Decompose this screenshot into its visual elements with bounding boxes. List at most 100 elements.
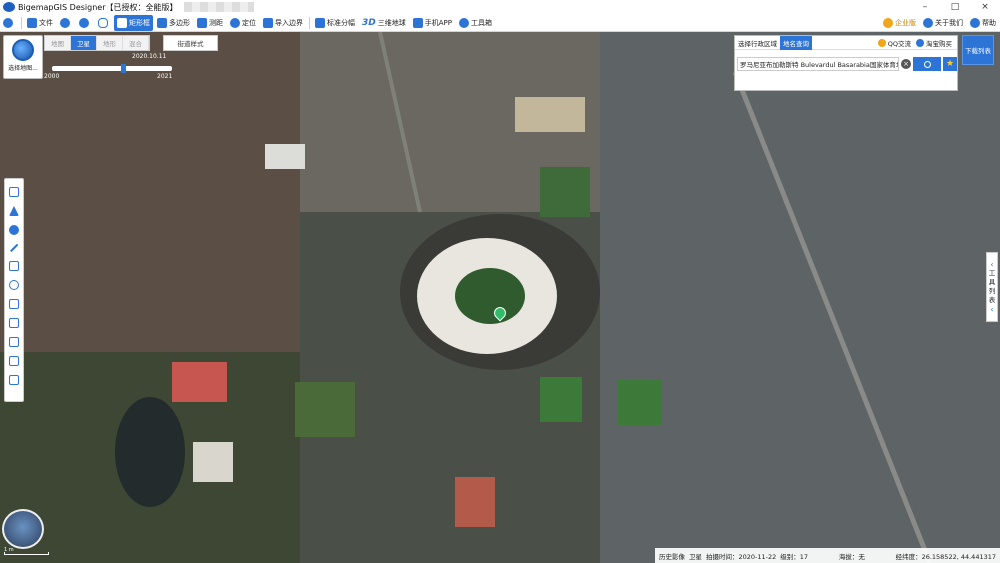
- timeline-current-date: 2020.10.11: [132, 53, 167, 60]
- status-bar: 历史影像 卫星 拍摄时间：2020-11-22 级别：17 海拔：无 经纬度：2…: [655, 548, 1000, 563]
- close-button[interactable]: ×: [970, 0, 1000, 14]
- tool-list-dock[interactable]: ‹ 工 具 列 表 ‹: [986, 252, 998, 322]
- polyline-tool-icon[interactable]: [9, 261, 19, 271]
- running-track: [455, 477, 495, 527]
- marker-tool-icon[interactable]: [9, 224, 19, 235]
- timeline-handle[interactable]: [121, 64, 126, 73]
- tab-place-search[interactable]: 地名查询: [780, 35, 812, 50]
- import-boundary-button[interactable]: 导入边界: [260, 15, 306, 31]
- satellite-imagery: [0, 32, 1000, 563]
- info-icon: [923, 18, 933, 28]
- search-tabs: 选择行政区域 地名查询 QQ交流 淘宝购买: [735, 35, 957, 50]
- app-logo-icon: [3, 2, 15, 12]
- enterprise-button[interactable]: 企业版: [880, 15, 919, 31]
- polygon-button[interactable]: 多边形: [154, 15, 193, 31]
- taobao-link[interactable]: 淘宝购买: [916, 38, 952, 48]
- qq-icon: [877, 38, 886, 47]
- mobile-app-button[interactable]: 手机APP: [410, 15, 455, 31]
- pointer-tool-icon[interactable]: [9, 205, 19, 216]
- status-coords: 经纬度：26.158522, 44.441317: [895, 552, 996, 561]
- main-toolbar: 文件 矩形框 多边形 测距 定位 导入边界 标准分幅 3D 三维地球 手机APP …: [0, 14, 1000, 32]
- park-lawn: [295, 382, 355, 437]
- standard-split-button[interactable]: 标准分幅: [312, 15, 358, 31]
- satellite-map-canvas[interactable]: [0, 32, 1000, 563]
- locate-button[interactable]: 定位: [227, 15, 259, 31]
- toolbar-divider: [21, 16, 22, 29]
- tab-map[interactable]: 地图: [45, 36, 71, 50]
- gear-icon: [458, 17, 469, 28]
- ellipse-tool-icon[interactable]: [9, 299, 19, 309]
- ruler-icon: [197, 17, 207, 28]
- chevron-left-icon: ‹: [990, 260, 994, 269]
- search-button[interactable]: [913, 57, 941, 71]
- drawing-toolbar: [4, 178, 24, 402]
- three-d-globe-button[interactable]: 3D 三维地球: [359, 15, 409, 31]
- toolbox-label: 工具箱: [470, 18, 492, 27]
- app-menu-button[interactable]: [0, 15, 18, 31]
- region-select-panel[interactable]: 选择地图...: [3, 35, 43, 79]
- tab-satellite[interactable]: 卫星: [71, 36, 97, 50]
- zoom-in-icon: [60, 17, 70, 28]
- about-us-label: 关于我们: [935, 19, 963, 27]
- tab-admin-region[interactable]: 选择行政区域: [735, 36, 780, 50]
- help-icon: [970, 18, 980, 28]
- right-toolbar: 企业版 关于我们 帮助: [880, 14, 1000, 32]
- hand-tool-icon[interactable]: [9, 186, 19, 197]
- rect-select-button[interactable]: 矩形框: [114, 14, 153, 31]
- status-shot-time: 拍摄时间：2020-11-22: [706, 552, 777, 561]
- layers-tool-icon[interactable]: [9, 375, 19, 385]
- rectangle-tool-icon[interactable]: [9, 337, 19, 347]
- favorite-button[interactable]: ★: [943, 57, 957, 71]
- app-window: BigemapGIS Designer【已授权：全能版】 – □ × 文件 矩形…: [0, 0, 1000, 563]
- download-list-button[interactable]: 下载列表: [962, 35, 994, 65]
- tab-terrain[interactable]: 地形: [97, 36, 123, 50]
- line-tool-icon[interactable]: [9, 243, 19, 252]
- tab-hybrid[interactable]: 混合: [123, 36, 149, 50]
- map-type-tabs: 地图 卫星 地形 混合: [44, 35, 150, 51]
- status-history: 历史影像: [659, 552, 685, 561]
- clear-search-button[interactable]: ×: [901, 59, 911, 69]
- taobao-icon: [916, 38, 924, 47]
- crown-icon: [883, 18, 893, 28]
- help-button[interactable]: 帮助: [967, 15, 999, 31]
- taobao-label: 淘宝购买: [926, 39, 952, 48]
- timeline-start-year: 2000: [44, 73, 60, 80]
- file-menu-button[interactable]: 文件: [24, 15, 56, 31]
- dock-char: 工: [988, 269, 996, 277]
- red-roof-building: [172, 362, 227, 402]
- timeline-slider[interactable]: [52, 64, 172, 73]
- pan-button[interactable]: [95, 15, 113, 31]
- rect-select-label: 矩形框: [129, 18, 150, 27]
- status-altitude: 海拔：无: [838, 552, 865, 561]
- about-us-button[interactable]: 关于我们: [920, 15, 966, 31]
- standard-split-label: 标准分幅: [327, 18, 355, 27]
- toolbar-divider: [309, 16, 310, 29]
- enterprise-label: 企业版: [895, 19, 916, 27]
- eraser-tool-icon[interactable]: [9, 356, 19, 366]
- street-style-button[interactable]: 街道样式: [163, 35, 218, 51]
- grid-icon: [315, 17, 325, 28]
- search-panel: 选择行政区域 地名查询 QQ交流 淘宝购买 罗马尼亚布加勒斯特 Bulevard…: [734, 35, 958, 91]
- search-input[interactable]: 罗马尼亚布加勒斯特 Bulevardul Basarabia国家体育场: [737, 57, 899, 71]
- location-pin-icon: [230, 17, 240, 28]
- lake: [115, 397, 185, 507]
- zoom-in-button[interactable]: [57, 15, 75, 31]
- arc-tool-icon[interactable]: [9, 318, 19, 328]
- locate-label: 定位: [242, 18, 256, 27]
- dock-char: 具: [988, 278, 996, 286]
- overview-minimap[interactable]: [2, 509, 44, 549]
- toolbox-button[interactable]: 工具箱: [456, 15, 495, 31]
- minimize-button[interactable]: –: [910, 0, 940, 14]
- circle-tool-icon[interactable]: [9, 280, 19, 290]
- search-icon: [923, 60, 931, 68]
- qq-label: QQ交流: [887, 39, 911, 48]
- qq-link[interactable]: QQ交流: [877, 38, 911, 48]
- measure-button[interactable]: 测距: [194, 15, 226, 31]
- white-building: [193, 442, 233, 482]
- globe-icon: [12, 39, 34, 61]
- rectangle-icon: [117, 17, 127, 28]
- dock-char: 表: [988, 296, 996, 304]
- mobile-app-label: 手机APP: [424, 18, 452, 27]
- maximize-button[interactable]: □: [940, 0, 970, 14]
- zoom-out-button[interactable]: [76, 15, 94, 31]
